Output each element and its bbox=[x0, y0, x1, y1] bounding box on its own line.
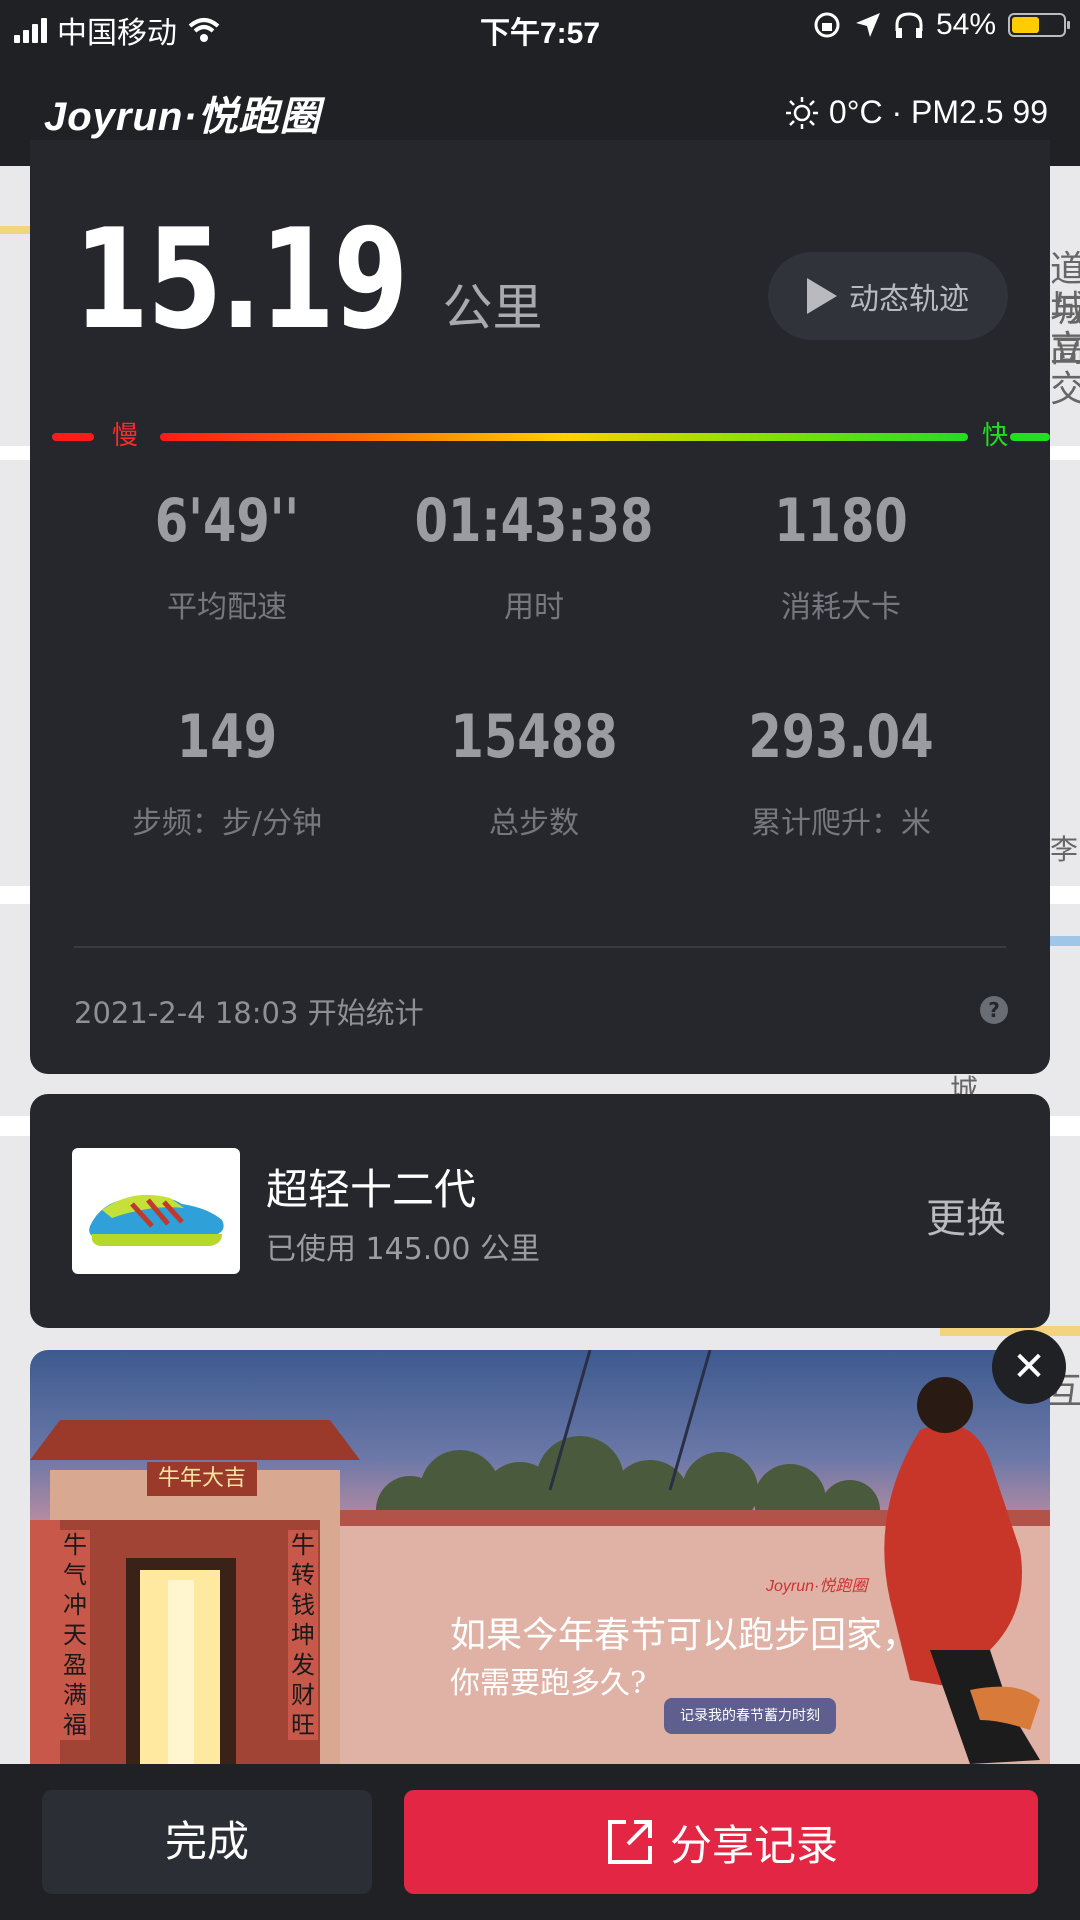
shoe-name: 超轻十二代 bbox=[266, 1165, 477, 1214]
change-shoe-button[interactable]: 更换 bbox=[926, 1186, 1006, 1244]
rotation-lock-icon bbox=[814, 12, 840, 38]
pace-legend: 慢 快 bbox=[52, 416, 1050, 456]
stat-label: 用时 bbox=[504, 590, 564, 625]
joyrun-logo: Joyrun·悦跑圈 bbox=[44, 95, 321, 139]
pace-bar-slow-end bbox=[52, 433, 94, 441]
distance-value: 15.19 bbox=[74, 199, 408, 360]
location-arrow-icon bbox=[855, 13, 880, 37]
play-icon bbox=[807, 278, 837, 314]
stat-label: 平均配速 bbox=[167, 590, 287, 625]
battery-percent: 54% bbox=[935, 8, 996, 41]
stat-duration: 01:43:38 用时 bbox=[381, 486, 687, 626]
gate-plaque: 牛年大吉 bbox=[147, 1462, 257, 1496]
stat-label: 步频：步/分钟 bbox=[131, 806, 323, 841]
stat-label: 消耗大卡 bbox=[781, 590, 901, 625]
weather-info: 0°C · PM2.5 99 bbox=[785, 94, 1048, 131]
pace-gradient-bar bbox=[160, 433, 968, 441]
share-record-button[interactable]: 分享记录 bbox=[404, 1790, 1038, 1894]
map-label: 李 bbox=[1050, 833, 1079, 866]
stat-value: 01:43:38 bbox=[414, 486, 654, 556]
pace-slow-label: 慢 bbox=[112, 421, 139, 451]
stat-label: 累计爬升：米 bbox=[751, 806, 931, 841]
help-icon[interactable]: ? bbox=[980, 996, 1008, 1024]
replay-track-label: 动态轨迹 bbox=[849, 282, 969, 317]
distance-unit: 公里 bbox=[442, 279, 543, 337]
couplet-right: 牛转钱坤发财旺 bbox=[288, 1530, 318, 1740]
promo-banner[interactable]: 牛年大吉 牛气冲天盈满福 牛转钱坤发财旺 Joyrun·悦跑圈 如果今年春节可以… bbox=[30, 1350, 1050, 1764]
replay-track-button[interactable]: 动态轨迹 bbox=[768, 252, 1008, 340]
couplet-left: 牛气冲天盈满福 bbox=[60, 1530, 90, 1740]
banner-brand: Joyrun·悦跑圈 bbox=[766, 1578, 868, 1595]
stat-value: 149 bbox=[176, 702, 278, 772]
stat-value: 15488 bbox=[450, 702, 618, 772]
pace-fast-label: 快 bbox=[982, 421, 1009, 451]
stat-value: 1180 bbox=[774, 486, 908, 556]
shoe-image bbox=[72, 1148, 240, 1274]
stat-calories: 1180 消耗大卡 bbox=[688, 486, 994, 626]
stat-value: 293.04 bbox=[748, 702, 934, 772]
stat-cadence: 149 步频：步/分钟 bbox=[74, 702, 380, 842]
stat-value: 6'49'' bbox=[154, 486, 300, 556]
stat-elevation-gain: 293.04 累计爬升：米 bbox=[688, 702, 994, 842]
headphones-icon bbox=[895, 12, 923, 38]
done-button[interactable]: 完成 bbox=[42, 1790, 372, 1894]
run-summary-card: 15.19 公里 动态轨迹 慢 快 6'49'' 平均配速 01:43:38 用… bbox=[30, 140, 1050, 1074]
stat-total-steps: 15488 总步数 bbox=[381, 702, 687, 842]
close-banner-button[interactable]: ✕ bbox=[992, 1330, 1066, 1404]
pace-bar-fast-end bbox=[1010, 433, 1050, 441]
stat-label: 总步数 bbox=[489, 806, 579, 841]
banner-cta-button[interactable]: 记录我的春节蓄力时刻 bbox=[664, 1698, 836, 1734]
shoe-mileage: 已使用 145.00 公里 bbox=[266, 1232, 541, 1267]
stat-avg-pace: 6'49'' 平均配速 bbox=[74, 486, 380, 626]
sun-icon bbox=[785, 96, 818, 129]
shoe-card: 超轻十二代 已使用 145.00 公里 更换 bbox=[30, 1094, 1050, 1328]
map-road bbox=[1046, 936, 1080, 946]
share-record-label: 分享记录 bbox=[669, 1820, 838, 1870]
battery-icon bbox=[1008, 13, 1070, 37]
divider bbox=[74, 946, 1006, 948]
share-icon bbox=[607, 1820, 652, 1864]
start-time: 2021-2-4 18:03 开始统计 bbox=[74, 996, 424, 1030]
status-bar: 中国移动 下午7:57 54% bbox=[0, 0, 1080, 56]
map-label: 立交 bbox=[1050, 329, 1080, 410]
banner-headline: 如果今年春节可以跑步回家， bbox=[450, 1615, 919, 1656]
distance-display: 15.19 公里 bbox=[74, 210, 543, 350]
bottom-action-bar: 完成 分享记录 bbox=[0, 1764, 1080, 1920]
banner-subline: 你需要跑多久? bbox=[450, 1666, 647, 1701]
weather-text: 0°C · PM2.5 99 bbox=[828, 94, 1048, 130]
